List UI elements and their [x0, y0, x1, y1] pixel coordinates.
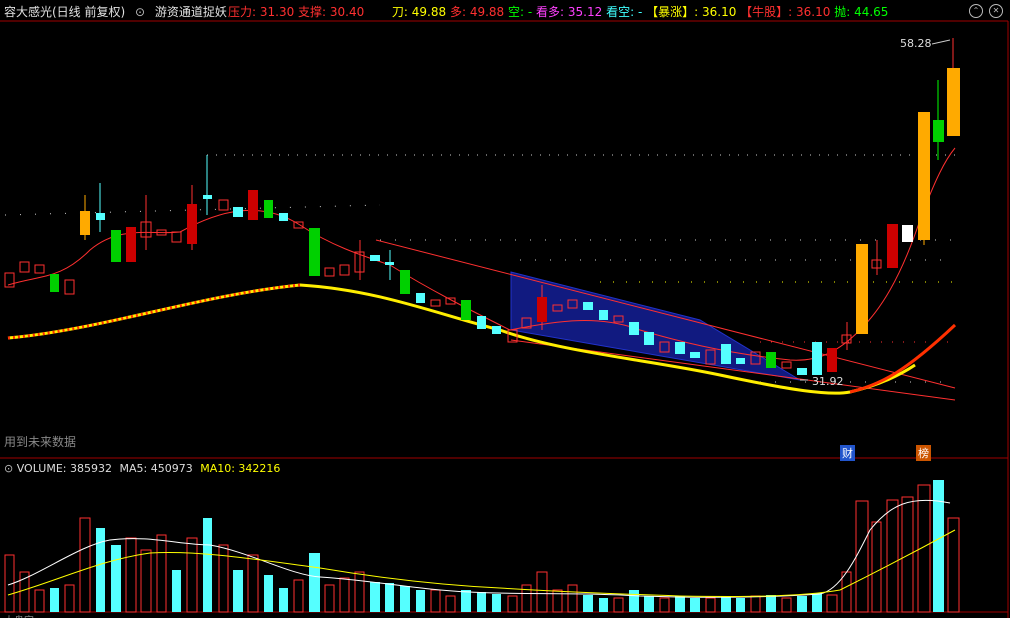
- close-icon[interactable]: ✕: [989, 4, 1003, 18]
- chevron-down-icon[interactable]: ⊙: [135, 5, 145, 19]
- stat-sell: 抛: 44.65: [834, 5, 889, 19]
- stock-title[interactable]: 容大感光(日线 前复权): [4, 5, 125, 19]
- indicator-name[interactable]: 游资通道捉妖: [155, 5, 227, 19]
- footer-partial: 大盘定...: [4, 612, 44, 618]
- list-badge[interactable]: 榜: [916, 445, 931, 461]
- indicator-stats: 压力: 31.30 支撑: 30.40 刀: 49.88 多: 49.88 空:…: [228, 3, 888, 20]
- stat-surge: 【暴涨】: 36.10: [646, 5, 737, 19]
- stat-knife: 刀: 49.88: [391, 5, 447, 19]
- stat-support: 支撑: 30.40: [298, 5, 365, 19]
- volume-ma10: MA10: 342216: [200, 462, 281, 475]
- chevron-down-icon[interactable]: ⊙: [4, 462, 13, 475]
- vol-ma5-line: [7, 499, 951, 598]
- candles: [4, 38, 960, 375]
- kline-chart[interactable]: [0, 0, 1010, 618]
- volume-header: ⊙ VOLUME: 385932 MA5: 450973 MA10: 34221…: [4, 462, 280, 475]
- vol-ma10-line: [7, 529, 956, 597]
- stat-bull-stock: 【牛股】: 36.10: [740, 5, 831, 19]
- volume-value: VOLUME: 385932: [16, 462, 112, 475]
- high-price-label: 58.28: [900, 37, 932, 50]
- stat-long: 多: 49.88: [449, 5, 505, 19]
- stat-pressure: 压力: 31.30: [228, 5, 295, 19]
- stat-bullish: 看多: 35.12: [536, 5, 603, 19]
- collapse-icon[interactable]: ⌃: [969, 4, 983, 18]
- stat-bearish: 看空: -: [606, 5, 643, 19]
- finance-badge[interactable]: 财: [840, 445, 855, 461]
- low-price-label: 31.92: [812, 375, 844, 388]
- header-bar: 容大感光(日线 前复权) ⊙ 游资通道捉妖: [4, 3, 233, 19]
- future-data-note: 用到未来数据: [4, 435, 77, 449]
- stat-short: 空: -: [508, 5, 533, 19]
- volume-ma5: MA5: 450973: [119, 462, 193, 475]
